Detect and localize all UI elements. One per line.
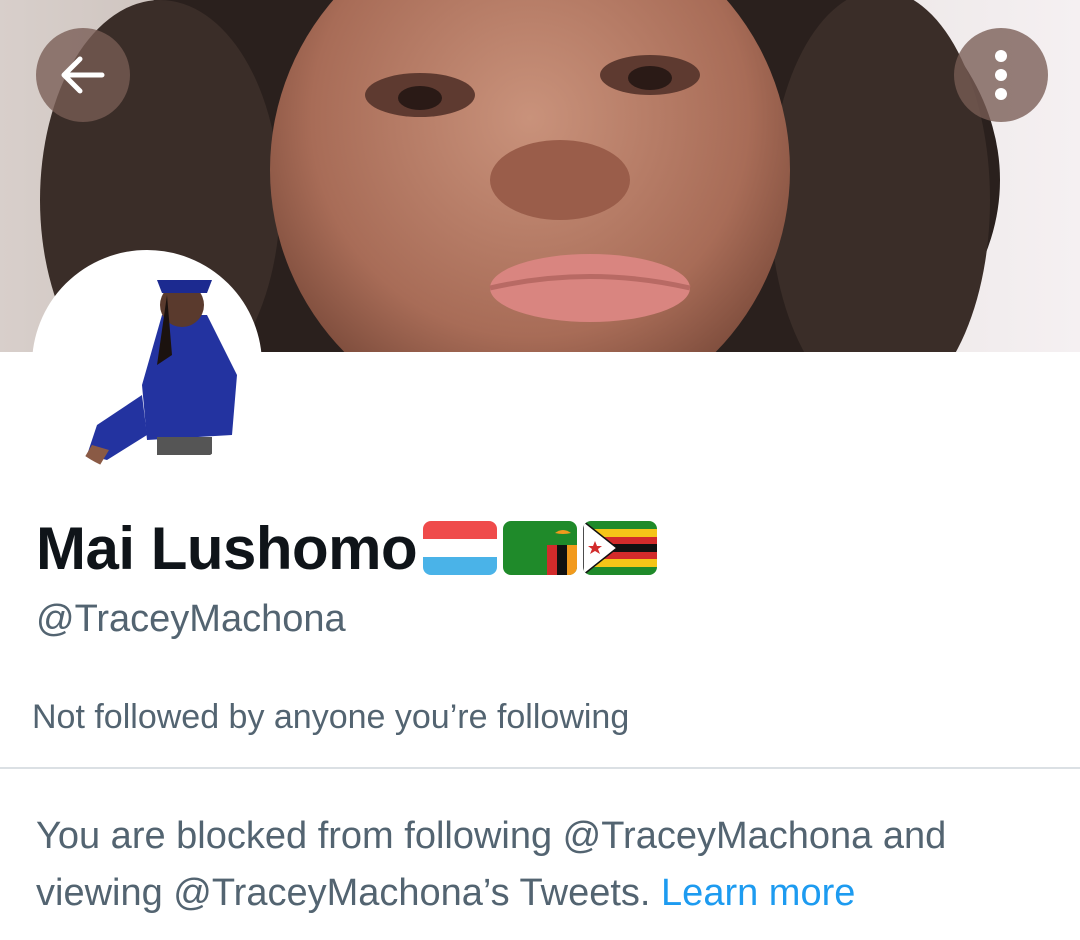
avatar[interactable]	[32, 250, 262, 480]
profile-name-row: Mai Lushomo	[36, 512, 658, 584]
zimbabwe-flag-icon	[583, 521, 658, 575]
avatar-image	[37, 255, 257, 475]
zambia-flag-icon	[503, 521, 578, 575]
followed-by-text: Not followed by anyone you’re following	[32, 698, 630, 736]
back-button[interactable]	[36, 28, 130, 122]
profile-handle: @TraceyMachona	[36, 598, 346, 640]
arrow-left-icon	[61, 56, 105, 94]
blocked-notice: You are blocked from following @TraceyMa…	[36, 808, 1056, 922]
divider	[0, 767, 1080, 769]
more-options-button[interactable]	[954, 28, 1048, 122]
vertical-ellipsis-icon	[995, 50, 1007, 100]
display-name: Mai Lushomo	[36, 514, 418, 582]
luxembourg-flag-icon	[423, 521, 498, 575]
learn-more-link[interactable]: Learn more	[661, 872, 855, 914]
